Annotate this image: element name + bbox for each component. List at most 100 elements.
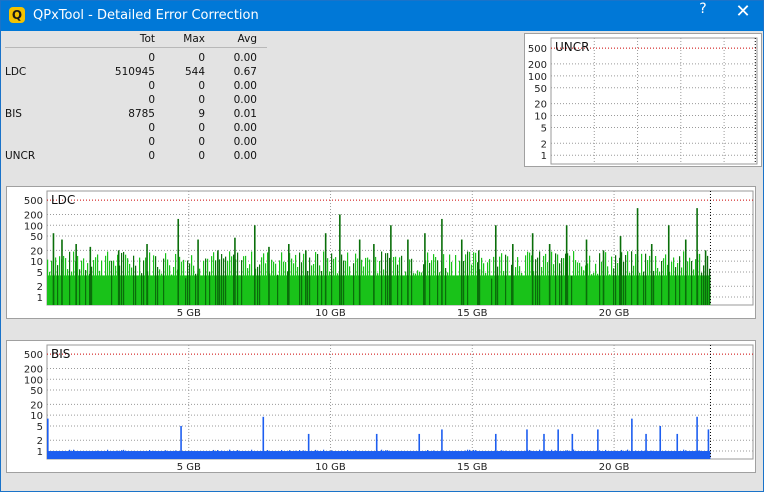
row-label: UNCR (5, 150, 36, 162)
ldc-bar (395, 256, 397, 305)
ldc-bar (465, 254, 467, 305)
bis-bar (221, 450, 223, 459)
bis-bar (333, 451, 335, 459)
bis-peak-bar (262, 416, 265, 459)
ldc-peak-bar (52, 233, 55, 305)
ldc-bar (677, 262, 679, 305)
bis-bar (541, 453, 543, 459)
ldc-bar (259, 264, 261, 305)
bis-bar (69, 449, 71, 459)
bis-bar (141, 454, 143, 459)
ldc-bar (65, 258, 67, 305)
bis-bar (253, 454, 255, 459)
ldc-bar (471, 264, 473, 305)
ldc-bar (295, 254, 297, 305)
bis-bar (269, 454, 271, 459)
ldc-bar (281, 252, 283, 305)
y-tick-label: 20 (534, 100, 547, 111)
ldc-bar (617, 263, 619, 305)
ldc-bar (691, 261, 693, 305)
bis-bar (261, 451, 263, 459)
ldc-bar (131, 267, 133, 305)
bis-bar (483, 452, 485, 459)
ldc-bar (347, 252, 349, 305)
ldc-bar (333, 258, 335, 305)
bis-bar (583, 453, 585, 459)
ldc-bar (321, 271, 323, 305)
row-label: BIS (5, 108, 22, 120)
ldc-peak-bar (358, 239, 361, 305)
ldc-bar (361, 259, 363, 305)
ldc-bar (405, 271, 407, 305)
ldc-bar (189, 263, 191, 305)
bis-bar (303, 450, 305, 459)
ldc-bar (589, 255, 591, 305)
ldc-bar (139, 257, 141, 305)
bis-bar (391, 454, 393, 459)
ldc-bar (581, 266, 583, 305)
bis-bar (125, 450, 127, 459)
ldc-bar (547, 262, 549, 305)
ldc-bar (167, 259, 169, 305)
ldc-bar (611, 256, 613, 305)
ldc-bar (673, 257, 675, 305)
bis-bar (539, 449, 541, 459)
bis-bar (165, 450, 167, 459)
bis-bar (349, 453, 351, 459)
bis-bar (487, 452, 489, 459)
title-bar[interactable]: Q QPxTool - Detailed Error Correction ? … (1, 1, 763, 31)
bis-bar (617, 452, 619, 459)
bis-bar (305, 454, 307, 459)
ldc-bar (435, 257, 437, 305)
ldc-bar (311, 265, 313, 305)
bis-bar (175, 450, 177, 459)
ldc-bar (207, 258, 209, 305)
bis-peak-bar (526, 429, 528, 459)
bis-bar (423, 452, 425, 459)
bis-bar (353, 452, 355, 459)
help-button[interactable]: ? (683, 1, 723, 31)
bis-bar (509, 454, 511, 459)
bis-bar (581, 453, 583, 459)
window-title: QPxTool - Detailed Error Correction (33, 8, 259, 23)
ldc-bar (369, 259, 371, 305)
ldc-bar (703, 265, 705, 305)
bis-bar (301, 452, 303, 459)
ldc-peak-bar (619, 236, 622, 305)
ldc-bar (483, 263, 485, 305)
bis-bar (191, 450, 193, 459)
ldc-chart: 5002001005020105215 GB 10 GB 15 GB 20 GBLDC (24, 190, 754, 319)
bis-bar (551, 449, 553, 459)
ldc-bar (323, 251, 325, 305)
bis-bar (511, 452, 513, 459)
ldc-bar (525, 255, 527, 305)
row-max: 0 (198, 94, 205, 106)
ldc-peak-bar (441, 218, 443, 305)
bis-bar (491, 454, 493, 459)
stats-row: 0 0 0.00 (5, 80, 267, 94)
bis-bar (579, 452, 581, 459)
bis-bar (169, 452, 171, 459)
bis-bar (317, 450, 319, 459)
ldc-bar (163, 258, 165, 305)
ldc-bar (433, 254, 435, 305)
uncr-chart: 5002001005020105215 GB10 GB15 GB20 GBUNC… (528, 37, 758, 178)
ldc-bar (123, 251, 125, 305)
bis-bar (59, 451, 61, 459)
bis-bar (503, 453, 505, 459)
ldc-bar (261, 257, 263, 305)
ldc-bar (605, 252, 607, 305)
ldc-bar (375, 256, 377, 305)
ldc-bar (591, 274, 593, 305)
bis-bar (537, 451, 539, 459)
bis-bar (567, 450, 569, 459)
ldc-bar (457, 276, 459, 305)
bis-bar (633, 453, 635, 459)
y-tick-label: 200 (24, 364, 43, 375)
bis-bar (255, 453, 257, 459)
bis-bar (393, 451, 395, 459)
bis-bar (611, 451, 613, 459)
bis-bar (447, 453, 449, 459)
close-button[interactable]: ✕ (723, 1, 763, 31)
bis-peak-bar (645, 433, 647, 459)
